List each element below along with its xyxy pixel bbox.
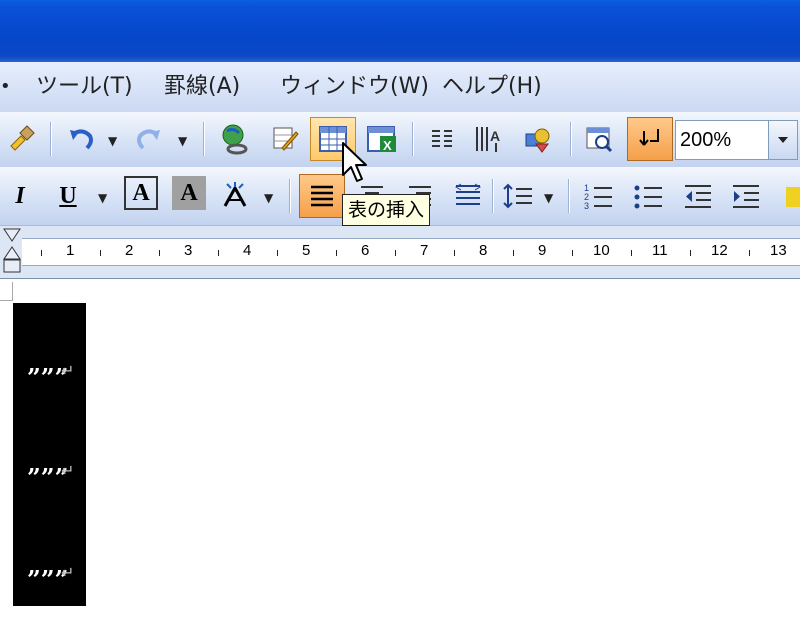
paragraph-mark: ↵: [61, 461, 75, 480]
separator: [492, 179, 494, 213]
menu-table[interactable]: 罫線(A): [164, 70, 240, 104]
align-justify-button[interactable]: [299, 174, 345, 218]
svg-text:A: A: [490, 128, 500, 144]
separator: [50, 122, 52, 156]
ruler-number: 9: [538, 242, 547, 259]
menu-help[interactable]: ヘルプ(H): [442, 70, 542, 104]
ruler-tick: [40, 250, 42, 256]
drawing-icon[interactable]: [518, 119, 558, 159]
numbering-icon[interactable]: 123: [578, 176, 618, 216]
format-painter-icon[interactable]: [2, 119, 42, 159]
ruler-tick: [630, 250, 632, 256]
zoom-combobox[interactable]: 200%: [675, 120, 771, 160]
ruler-number: 3: [184, 242, 193, 259]
insert-excel-icon[interactable]: X: [362, 119, 402, 159]
ruler-number: 5: [302, 242, 311, 259]
selected-text-block[interactable]: ””” ↵ ””” ↵ ””” ↵: [13, 303, 86, 606]
document-area[interactable]: [0, 279, 800, 619]
menu-window[interactable]: ウィンドウ(W): [280, 70, 429, 104]
ruler-tick: [217, 250, 219, 256]
ruler-number: 1: [66, 242, 75, 259]
redo-icon[interactable]: [128, 119, 168, 159]
ruler-number: 13: [770, 242, 787, 259]
ruler-number: 7: [420, 242, 429, 259]
columns-icon[interactable]: [422, 119, 462, 159]
menu-bar: • ツール(T) 罫線(A) ウィンドウ(W) ヘルプ(H): [0, 62, 800, 113]
ruler-tick: [99, 250, 101, 256]
text-boundary-mark: [0, 282, 13, 301]
paragraph-mark: ↵: [61, 563, 75, 582]
ruler-tick: [571, 250, 573, 256]
document-map-icon[interactable]: [580, 119, 620, 159]
separator: [570, 122, 572, 156]
ruler-number: 4: [243, 242, 252, 259]
separator: [568, 179, 570, 213]
ruler-track: [22, 238, 800, 266]
increase-indent-icon[interactable]: [726, 176, 766, 216]
show-hide-icon: [639, 129, 659, 146]
phonetic-guide-icon[interactable]: [218, 174, 258, 214]
ruler-number: 10: [593, 242, 610, 259]
insert-table-tooltip: 表の挿入: [342, 194, 431, 226]
bullets-icon[interactable]: [628, 176, 668, 216]
ruler-number: 8: [479, 242, 488, 259]
ruler-number: 11: [652, 242, 668, 259]
underline-dropdown-icon[interactable]: ▼: [98, 191, 107, 205]
undo-icon[interactable]: [62, 119, 102, 159]
menu-tools[interactable]: ツール(T): [36, 70, 133, 104]
redo-dropdown-icon[interactable]: ▼: [178, 134, 187, 148]
horizontal-ruler[interactable]: 1 2 3 4 5 6 7 8 9 10 11 12 13: [0, 226, 800, 279]
line-spacing-dropdown-icon[interactable]: ▼: [544, 191, 553, 205]
decrease-indent-icon[interactable]: [678, 176, 718, 216]
ruler-tick: [276, 250, 278, 256]
hyperlink-icon[interactable]: [215, 119, 255, 159]
ruler-number: 6: [361, 242, 370, 259]
show-hide-button[interactable]: [627, 117, 673, 161]
menu-overflow-dot: •: [0, 76, 11, 97]
undo-dropdown-icon[interactable]: ▼: [108, 134, 117, 148]
phonetic-dropdown-icon[interactable]: ▼: [264, 191, 273, 205]
ruler-number: 2: [125, 242, 134, 259]
character-border-button[interactable]: A: [124, 176, 158, 210]
italic-button[interactable]: I: [0, 176, 40, 216]
separator: [203, 122, 205, 156]
svg-text:X: X: [383, 138, 392, 153]
text-direction-icon[interactable]: A: [468, 119, 508, 159]
standard-toolbar: ▼ ▼ X A 200%: [0, 112, 800, 168]
ruler-tick: [158, 250, 160, 256]
underline-button[interactable]: U: [48, 176, 88, 216]
character-shading-button[interactable]: A: [172, 176, 206, 210]
paragraph-mark: ↵: [61, 361, 75, 380]
separator: [289, 179, 291, 213]
tables-borders-icon[interactable]: [265, 119, 305, 159]
ruler-tick: [453, 250, 455, 256]
separator: [412, 122, 414, 156]
title-bar: [0, 0, 800, 62]
ruler-tick: [689, 250, 691, 256]
align-justify-icon: [311, 185, 333, 207]
svg-text:3: 3: [584, 201, 589, 211]
line-spacing-icon[interactable]: [498, 176, 538, 216]
ruler-tick: [512, 250, 514, 256]
mouse-cursor-icon: [342, 142, 367, 182]
indent-marker-icon[interactable]: [2, 227, 22, 275]
ruler-tick: [335, 250, 337, 256]
ruler-tick: [394, 250, 396, 256]
distributed-icon[interactable]: [448, 176, 488, 216]
ruler-tick: [748, 250, 750, 256]
ruler-number: 12: [711, 242, 728, 259]
zoom-dropdown-icon[interactable]: [768, 120, 798, 160]
highlight-icon[interactable]: [782, 176, 800, 216]
